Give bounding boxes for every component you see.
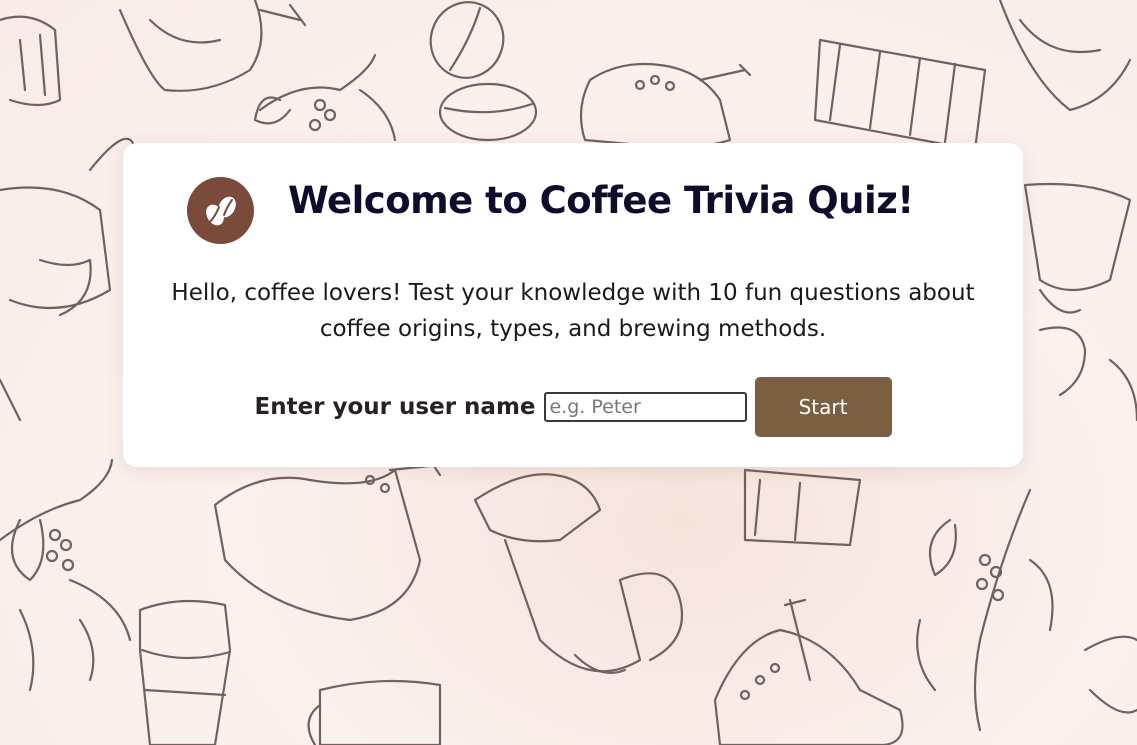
coffee-cup-sketch [307, 679, 442, 745]
coffee-sack-sketch-2 [579, 62, 752, 148]
welcome-card: Welcome to Coffee Trivia Quiz! Hello, co… [123, 143, 1023, 467]
intro-line-2: coffee origins, types, and brewing metho… [319, 316, 827, 342]
coffee-sack-sketch-4 [213, 458, 442, 622]
coffee-beans-icon [187, 177, 254, 244]
username-form: Enter your user name Start [123, 377, 1023, 437]
page-title: Welcome to Coffee Trivia Quiz! [288, 179, 914, 222]
coffee-branch-sketch-3 [916, 488, 1054, 732]
coffee-sack-sketch-3 [998, 0, 1132, 112]
travel-cup-sketch [813, 38, 987, 152]
dripper-sketch-2 [473, 473, 684, 674]
start-button[interactable]: Start [754, 377, 892, 437]
username-label: Enter your user name [254, 394, 536, 420]
coffee-sack-sketch-5 [713, 598, 904, 745]
kettle-sketch [0, 137, 137, 317]
travel-cup-sketch-3 [138, 599, 232, 745]
travel-cup-sketch-2 [743, 468, 862, 547]
coffee-branch-sketch-2 [0, 458, 132, 692]
coffee-bean-sketch [429, 1, 538, 142]
intro-line-1: Hello, coffee lovers! Test your knowledg… [171, 280, 975, 306]
jar-sketch [0, 15, 62, 107]
intro-text: Hello, coffee lovers! Test your knowledg… [143, 275, 1003, 347]
username-input[interactable] [543, 392, 747, 422]
coffee-sack-sketch [118, 0, 307, 92]
coffee-branch-sketch [253, 53, 397, 142]
dripper-sketch [1023, 182, 1137, 422]
